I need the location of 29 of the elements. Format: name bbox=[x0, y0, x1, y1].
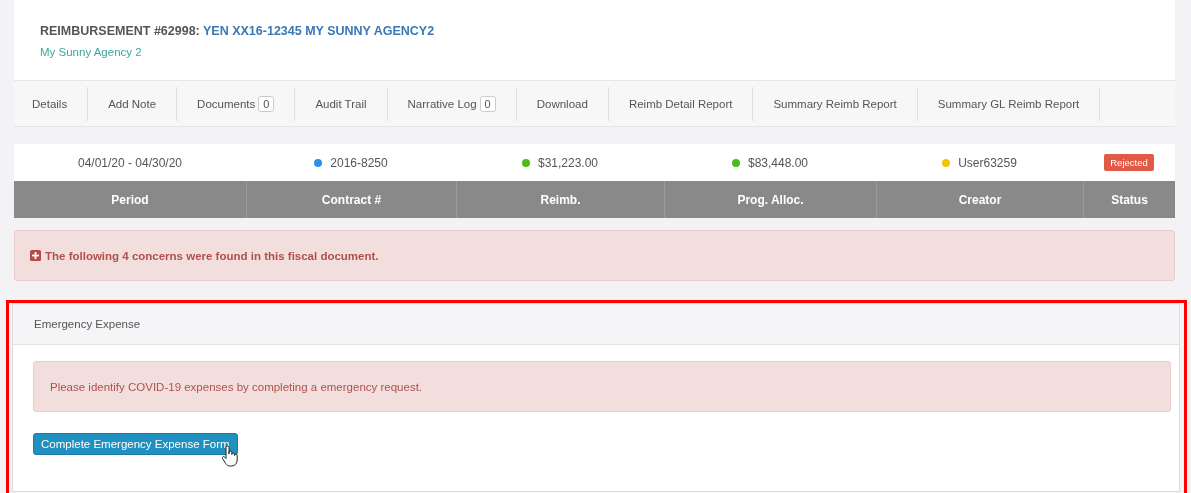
table-cell: User63259 bbox=[958, 155, 1017, 170]
tab[interactable]: Download bbox=[516, 87, 608, 120]
column-header: Status bbox=[1111, 192, 1148, 207]
plus-icon[interactable] bbox=[30, 250, 41, 261]
tab[interactable]: Summary GL Reimb Report bbox=[917, 87, 1100, 120]
table-cell: 04/01/20 - 04/30/20 bbox=[77, 155, 183, 170]
table-cell: $83,448.00 bbox=[747, 155, 809, 170]
tab[interactable]: Add Note bbox=[88, 87, 177, 120]
column-header: Reimb. bbox=[540, 192, 581, 207]
complete-form-button[interactable]: Complete Emergency Expense Form bbox=[33, 433, 238, 455]
column-header: Creator bbox=[958, 192, 1002, 207]
panel-title: Emergency Expense bbox=[34, 318, 141, 330]
tab[interactable]: Details bbox=[14, 87, 88, 120]
column-header: Period bbox=[111, 192, 149, 207]
alert-text: The following 4 concerns were found in this fiscal document. bbox=[45, 249, 379, 262]
tab[interactable]: Audit Trail bbox=[295, 87, 387, 120]
column-header: Prog. Alloc. bbox=[737, 192, 804, 207]
tab[interactable]: Summary Reimb Report bbox=[753, 87, 917, 120]
tab[interactable]: Narrative Log 0 bbox=[387, 87, 516, 120]
alert-message: Please identify COVID-19 expenses by completing a emergency request. bbox=[33, 361, 1171, 412]
tab[interactable]: Documents 0 bbox=[177, 87, 295, 120]
table-cell: $31,223.00 bbox=[537, 155, 599, 170]
count-badge: 0 bbox=[479, 95, 496, 112]
status-badge: Rejected bbox=[1104, 154, 1154, 171]
page-title: REIMBURSEMENT #62998: YEN XX16-12345 MY SUNNY AGENCY2 bbox=[40, 24, 436, 38]
table-cell: 2016-8250 bbox=[330, 155, 388, 170]
column-header: Contract # bbox=[321, 192, 382, 207]
tab[interactable]: Reimb Detail Report bbox=[608, 87, 753, 120]
count-badge: 0 bbox=[258, 95, 275, 112]
